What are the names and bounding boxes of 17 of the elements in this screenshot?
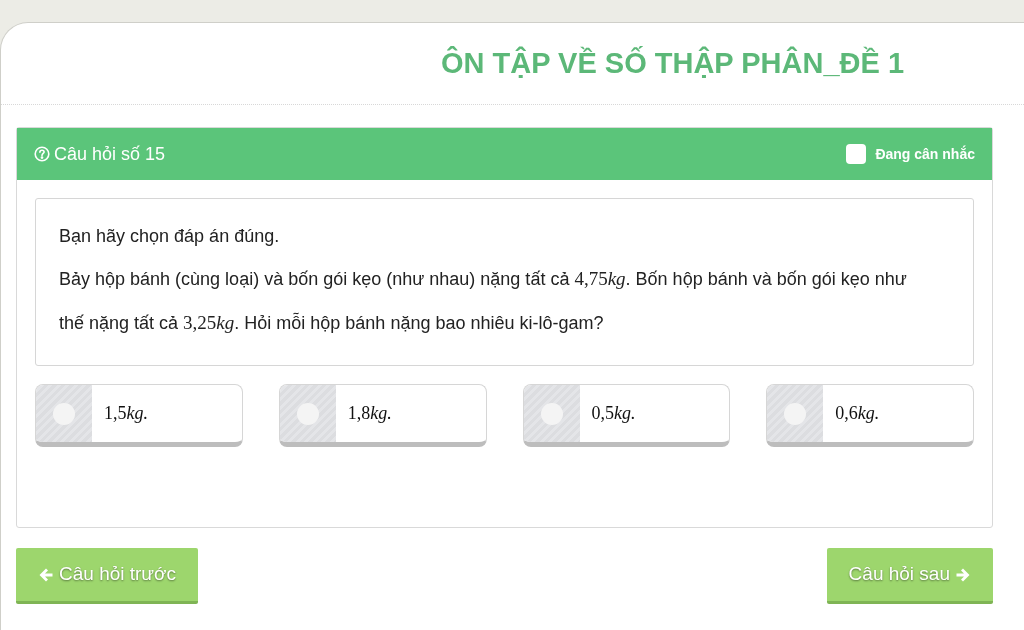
option-text: 1,8kg. (346, 402, 392, 425)
answer-option[interactable]: 0,5kg. (522, 384, 731, 447)
arrow-left-icon (38, 566, 54, 583)
question-text: Bảy hộp bánh (cùng loại) và bốn gói kẹo (như nhau) nặng tất cả 4,75kg. Bốn hộp bánh và bốn gói kẹo như thế nặng tất cả 3,25kg. Hỏi mỗi hộp bánh nặng bao nhiêu ki-lô-gam? (59, 267, 908, 335)
answer-option[interactable]: 1,5kg. (35, 384, 243, 447)
instruction-text: Bạn hãy chọn đáp án đúng. (59, 225, 280, 248)
question-number: Câu hỏi số 15 (54, 142, 166, 166)
page-title: ÔN TẬP VỀ SỐ THẬP PHÂN_ĐỀ 1 (440, 45, 904, 81)
option-text: 0,6kg. (834, 402, 880, 425)
answer-option[interactable]: 0,6kg. (766, 384, 974, 447)
question-mark-icon (34, 146, 50, 162)
answer-option[interactable]: 1,8kg. (278, 384, 487, 447)
option-text: 0,5kg. (590, 402, 636, 425)
option-text: 1,5kg. (103, 402, 148, 425)
arrow-right-icon (955, 566, 971, 583)
checkbox-label: Đang cân nhắc (875, 144, 975, 164)
checkbox[interactable] (846, 144, 867, 164)
